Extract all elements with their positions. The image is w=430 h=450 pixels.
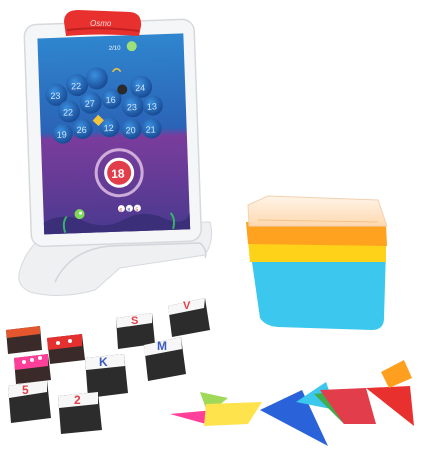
tile-number: 2 [74,393,81,407]
bubble-number: 22 [71,81,81,91]
storage-trays [246,195,388,330]
bubble-number: 27 [85,99,95,109]
bubble-number: 23 [50,91,60,101]
mini-number: 6 [119,208,122,214]
dice-tiles [6,326,85,384]
tile-letter: S [131,315,138,327]
tile-number: 5 [22,383,29,397]
tangram-pieces [170,360,414,446]
bubble-number: 22 [63,107,73,117]
target-number: 18 [111,167,125,181]
bubble-number: 23 [127,102,137,112]
mini-number: 5 [135,207,138,213]
tile-letter: K [99,355,108,369]
mini-number: 8 [127,207,130,213]
bubble-number: 20 [126,125,136,135]
osmo-logo: Osmo [90,19,112,28]
bubble-number: 12 [103,123,113,133]
bubble-number: 21 [145,124,155,134]
tile-letter: V [183,300,191,312]
score-text: 2/10 [109,46,122,52]
bubble-number: 13 [147,101,157,111]
bubble-number: 24 [135,83,145,93]
ipad-device: 2/10 23 22 24 22 27 16 23 13 19 26 12 20… [23,18,202,248]
tile-letter: M [157,339,167,353]
bubble-number: 26 [76,125,86,135]
osmo-product-scene: 2/10 23 22 24 22 27 16 23 13 19 26 12 20… [6,10,414,446]
bubble-number: 16 [105,95,115,105]
bubble-number: 19 [57,130,67,140]
osmo-reflector: Osmo [64,10,142,36]
